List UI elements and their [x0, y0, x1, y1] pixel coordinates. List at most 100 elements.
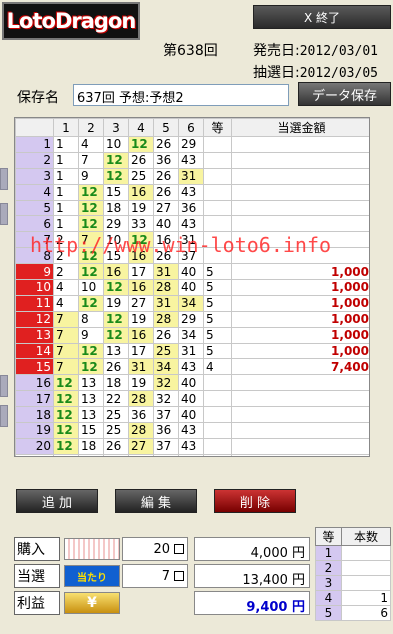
- row-number: 4: [15, 183, 54, 201]
- pick-number: 37: [153, 437, 179, 455]
- grid-col-header[interactable]: [15, 118, 54, 137]
- ticket-row[interactable]: 20 12 18 26 27 37 43: [15, 437, 369, 455]
- pick-number: 12: [78, 294, 104, 312]
- delete-button[interactable]: 削 除: [214, 489, 296, 513]
- ticket-row[interactable]: 1 1 4 10 12 26 29: [15, 136, 369, 153]
- count-header: 本数: [341, 527, 391, 546]
- grid-col-header[interactable]: 3: [103, 118, 129, 137]
- pick-number: 12: [78, 247, 104, 265]
- won-label: 当選: [14, 564, 60, 588]
- pick-number: 1: [53, 215, 79, 233]
- row-number: 15: [15, 358, 54, 376]
- save-name-input[interactable]: 637回 予想:予想2: [73, 84, 289, 106]
- draw-date: 抽選日:2012/03/05: [253, 65, 378, 81]
- pick-number: 12: [78, 358, 104, 376]
- prize-tier: [203, 437, 232, 455]
- ticket-row[interactable]: 7 2 7 10 12 16 31: [15, 231, 369, 249]
- prize-tier: [203, 167, 232, 185]
- purchase-count: 20: [122, 537, 188, 561]
- prize-amount: 1,000: [231, 326, 369, 344]
- pick-number: 12: [78, 263, 104, 281]
- ticket-row[interactable]: 11 4 12 19 27 31 34 5 1,000: [15, 294, 369, 312]
- pick-number: 31: [153, 294, 179, 312]
- prize-tier: 5: [203, 294, 232, 312]
- grid-col-header[interactable]: 1: [53, 118, 79, 137]
- ticket-row[interactable]: 17 12 13 22 28 32 40: [15, 390, 369, 408]
- pick-number: 12: [53, 437, 79, 455]
- app-logo: LotoDragon: [2, 2, 140, 40]
- pick-number: 1: [53, 167, 79, 185]
- pick-number: [153, 453, 179, 456]
- grid-col-header[interactable]: 2: [78, 118, 104, 137]
- prize-tier: [203, 390, 232, 408]
- pick-number: 34: [178, 326, 204, 344]
- pick-number: [178, 453, 204, 456]
- prize-tier: [203, 453, 232, 456]
- grid-col-header[interactable]: 6: [178, 118, 204, 137]
- pick-number: 26: [153, 136, 179, 153]
- pick-number: 16: [128, 326, 154, 344]
- pick-number: 28: [153, 310, 179, 328]
- ticket-row[interactable]: 16 12 13 18 19 32 40: [15, 374, 369, 392]
- pick-number: 7: [53, 342, 79, 360]
- side-tab-4[interactable]: [0, 405, 8, 427]
- ticket-row[interactable]: 14 7 12 13 17 25 31 5 1,000: [15, 342, 369, 360]
- prize-tier: [203, 183, 232, 201]
- tier-number: 1: [315, 545, 342, 561]
- ticket-row[interactable]: 5 1 12 18 19 27 36: [15, 199, 369, 217]
- tier-number: 2: [315, 560, 342, 576]
- pick-number: 12: [78, 342, 104, 360]
- pick-number: 32: [153, 374, 179, 392]
- grid-col-header[interactable]: 5: [153, 118, 179, 137]
- ticket-row[interactable]: 3 1 9 12 25 26 31: [15, 167, 369, 185]
- grid-col-header[interactable]: 4: [128, 118, 154, 137]
- ticket-row[interactable]: 18 12 13 25 36 37 40: [15, 406, 369, 424]
- pick-number: 31: [178, 231, 204, 249]
- tier-count: [341, 545, 391, 561]
- edit-button[interactable]: 編 集: [115, 489, 197, 513]
- prize-tier: [203, 247, 232, 265]
- row-number: 2: [15, 151, 54, 169]
- pick-number: 29: [178, 136, 204, 153]
- data-save-button[interactable]: データ保存: [298, 82, 391, 106]
- ticket-row[interactable]: 8 2 12 15 16 26 37: [15, 247, 369, 265]
- tier-header: 等: [315, 527, 342, 546]
- pick-number: 19: [128, 310, 154, 328]
- won-count: 7: [122, 564, 188, 588]
- ticket-row[interactable]: 4 1 12 15 16 26 43: [15, 183, 369, 201]
- sale-date: 発売日:2012/03/01: [253, 43, 378, 59]
- ticket-row[interactable]: 9 2 12 16 17 31 40 5 1,000: [15, 263, 369, 281]
- add-button[interactable]: 追 加: [16, 489, 98, 513]
- ticket-row[interactable]: 10 4 10 12 16 28 40 5 1,000: [15, 279, 369, 296]
- grid-col-header[interactable]: 等: [203, 118, 232, 137]
- pick-number: 29: [103, 215, 129, 233]
- ticket-row[interactable]: 13 7 9 12 16 26 34 5 1,000: [15, 326, 369, 344]
- ticket-row[interactable]: [15, 453, 369, 456]
- pick-number: 12: [128, 136, 154, 153]
- ticket-table: 1 2 3 4 5 6 等当選金額 1 1 4 10 12 26 29 2 1 7 12 26 36 43 3 1 9 12 2…: [15, 118, 369, 456]
- tier-row: 1: [315, 545, 391, 561]
- ticket-grid[interactable]: 1 2 3 4 5 6 等当選金額 1 1 4 10 12 26 29 2 1 7 12 26 36 43 3 1 9 12 2…: [14, 117, 370, 457]
- pick-number: [103, 453, 129, 456]
- ticket-row[interactable]: 2 1 7 12 26 36 43: [15, 151, 369, 169]
- ticket-row[interactable]: 19 12 15 25 28 36 43: [15, 422, 369, 439]
- prize-amount: 7,400: [231, 358, 369, 376]
- side-tab-2[interactable]: [0, 203, 8, 225]
- pick-number: 12: [53, 390, 79, 408]
- grid-col-header[interactable]: 当選金額: [231, 118, 369, 137]
- side-tab-1[interactable]: [0, 168, 8, 190]
- ticket-row[interactable]: 12 7 8 12 19 28 29 5 1,000: [15, 310, 369, 328]
- row-number: 18: [15, 406, 54, 424]
- pick-number: 43: [178, 437, 204, 455]
- side-tab-3[interactable]: [0, 375, 8, 397]
- tier-count: 6: [341, 605, 391, 621]
- prize-tier: 5: [203, 310, 232, 328]
- tier-number: 3: [315, 575, 342, 591]
- pick-number: 16: [128, 247, 154, 265]
- close-button[interactable]: X 終了: [253, 5, 391, 29]
- prize-tier: [203, 374, 232, 392]
- pick-number: 4: [53, 279, 79, 296]
- prize-tier: 5: [203, 279, 232, 296]
- ticket-row[interactable]: 15 7 12 26 31 34 43 4 7,400: [15, 358, 369, 376]
- ticket-row[interactable]: 6 1 12 29 33 40 43: [15, 215, 369, 233]
